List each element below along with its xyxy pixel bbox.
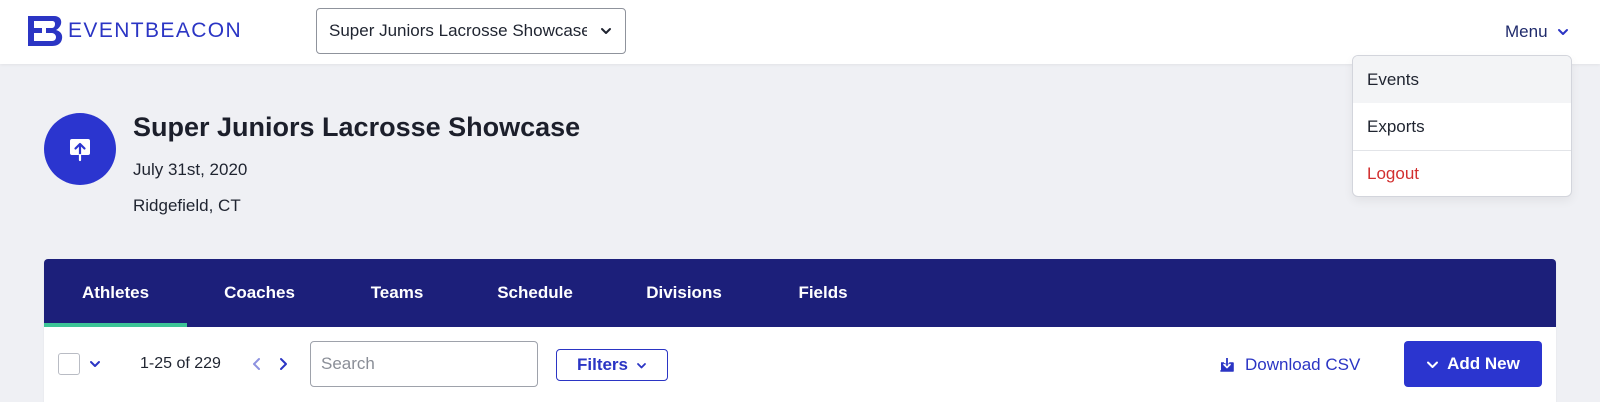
download-csv-label: Download CSV bbox=[1245, 355, 1361, 374]
tab-label: Coaches bbox=[224, 283, 295, 302]
search-input[interactable] bbox=[310, 341, 538, 387]
event-selector[interactable]: Super Juniors Lacrosse Showcase bbox=[316, 8, 626, 54]
brand-name: EVENTBEACON bbox=[68, 19, 243, 42]
add-new-button[interactable]: Add New bbox=[1404, 341, 1542, 387]
table-toolbar: 1-25 of 229 Filters Download CSV bbox=[44, 327, 1556, 402]
tab-bar: Athletes Coaches Teams Schedule Division… bbox=[44, 259, 1556, 327]
upload-icon bbox=[70, 139, 90, 162]
tab-label: Athletes bbox=[81, 283, 150, 302]
menu-item-events[interactable]: Events bbox=[1353, 56, 1571, 103]
select-all-checkbox[interactable] bbox=[58, 353, 80, 375]
download-csv-button[interactable]: Download CSV bbox=[1219, 351, 1360, 379]
menu-button[interactable]: Menu bbox=[1505, 18, 1570, 46]
event-location: Ridgefield, CT bbox=[133, 196, 241, 215]
event-date: July 31st, 2020 bbox=[133, 160, 248, 179]
filters-label: Filters bbox=[576, 355, 629, 374]
pagination-count: 1-25 of 229 bbox=[140, 355, 221, 372]
chevron-down-icon bbox=[637, 362, 646, 368]
tab-fields[interactable]: Fields bbox=[760, 259, 886, 327]
tab-label: Divisions bbox=[646, 283, 722, 302]
tab-athletes[interactable]: Athletes bbox=[44, 259, 187, 327]
menu-item-logout[interactable]: Logout bbox=[1353, 150, 1571, 196]
menu-dropdown: Events Exports Logout bbox=[1352, 55, 1572, 197]
download-icon bbox=[1220, 358, 1234, 372]
menu-item-exports[interactable]: Exports bbox=[1353, 103, 1571, 150]
tab-divisions[interactable]: Divisions bbox=[608, 259, 760, 327]
tab-schedule[interactable]: Schedule bbox=[462, 259, 608, 327]
tab-label: Schedule bbox=[497, 283, 573, 302]
tab-label: Fields bbox=[798, 283, 848, 302]
tab-label: Teams bbox=[370, 283, 424, 302]
tab-coaches[interactable]: Coaches bbox=[187, 259, 332, 327]
menu-label: Menu bbox=[1505, 22, 1548, 41]
event-avatar[interactable] bbox=[44, 113, 116, 185]
chevron-down-icon bbox=[1557, 29, 1568, 35]
filters-button[interactable]: Filters bbox=[556, 349, 668, 381]
eventbeacon-logo-icon bbox=[28, 16, 63, 46]
chevron-down-icon bbox=[1427, 361, 1439, 368]
tab-teams[interactable]: Teams bbox=[332, 259, 462, 327]
logo[interactable]: EVENTBEACON bbox=[26, 14, 242, 48]
add-new-label: Add New bbox=[1447, 354, 1520, 373]
chevron-down-icon bbox=[601, 28, 611, 34]
event-title: Super Juniors Lacrosse Showcase bbox=[133, 112, 581, 142]
menu-item-label: Exports bbox=[1367, 116, 1425, 136]
chevron-left-icon[interactable] bbox=[249, 355, 265, 373]
athletes-panel: Athletes Coaches Teams Schedule Division… bbox=[44, 259, 1556, 402]
chevron-right-icon[interactable] bbox=[275, 355, 291, 373]
menu-item-label: Events bbox=[1367, 69, 1419, 89]
menu-item-label: Logout bbox=[1367, 164, 1419, 183]
event-selector-value: Super Juniors Lacrosse Showcase bbox=[329, 21, 587, 40]
chevron-down-icon[interactable] bbox=[88, 357, 102, 371]
